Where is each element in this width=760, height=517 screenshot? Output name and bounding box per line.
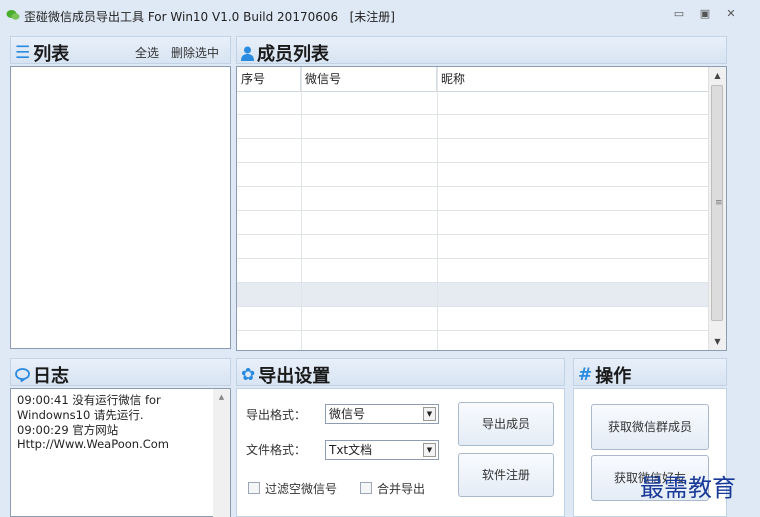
table-row[interactable]: [237, 283, 709, 307]
list-panel-header: ☰ 列表 全选 删除选中: [10, 36, 231, 65]
close-button[interactable]: ✕: [722, 6, 740, 22]
table-row[interactable]: [237, 211, 709, 235]
table-row[interactable]: [237, 115, 709, 139]
window-title: 歪碰微信成员导出工具 For Win10 V1.0 Build 20170606…: [24, 10, 395, 24]
vertical-scrollbar[interactable]: ▲ ≡ ▼: [708, 67, 726, 350]
chevron-down-icon[interactable]: ▼: [423, 407, 436, 421]
export-members-button[interactable]: 导出成员: [458, 402, 554, 446]
grip-icon: ≡: [715, 198, 723, 208]
ops-panel-title: # 操作: [578, 365, 632, 387]
table-row[interactable]: [237, 259, 709, 283]
user-icon: [241, 46, 254, 61]
export-format-select[interactable]: 微信号 ▼: [325, 404, 439, 424]
members-grid[interactable]: 序号 微信号 昵称 ▲ ≡ ▼: [236, 66, 727, 351]
table-row[interactable]: [237, 307, 709, 331]
filter-empty-checkbox[interactable]: [248, 482, 260, 494]
watermark-logo: 最需教育: [640, 474, 736, 502]
export-panel-header: ✿ 导出设置: [236, 358, 565, 387]
group-list[interactable]: [10, 66, 231, 349]
register-button[interactable]: 软件注册: [458, 453, 554, 497]
export-panel-title: ✿ 导出设置: [241, 365, 331, 387]
log-line: 09:00:41 没有运行微信 for: [17, 393, 161, 407]
log-scrollbar[interactable]: ▲: [213, 389, 230, 517]
members-panel-header: 成员列表: [236, 36, 727, 66]
members-panel-title: 成员列表: [241, 40, 329, 66]
scroll-down-arrow-icon[interactable]: ▼: [709, 333, 726, 350]
table-row[interactable]: [237, 235, 709, 259]
grid-header: 序号 微信号 昵称: [237, 67, 709, 92]
log-line: Windowns10 请先运行.: [17, 408, 144, 422]
log-box[interactable]: 09:00:41 没有运行微信 for Windowns10 请先运行. 09:…: [10, 388, 231, 517]
select-all-link[interactable]: 全选: [135, 44, 159, 61]
hash-icon: #: [578, 365, 593, 385]
column-header-index[interactable]: 序号: [237, 67, 301, 91]
file-format-value: Txt文档: [329, 443, 373, 457]
title-bar: 歪碰微信成员导出工具 For Win10 V1.0 Build 20170606…: [0, 0, 760, 32]
gear-icon: ✿: [241, 365, 256, 385]
minimize-button[interactable]: ▭: [670, 6, 688, 22]
list-icon: ☰: [15, 43, 31, 63]
filter-empty-label[interactable]: 过滤空微信号: [265, 480, 337, 497]
export-format-label: 导出格式：: [246, 408, 307, 422]
ops-panel-header: # 操作: [573, 358, 727, 387]
log-line: Http://Www.WeaPoon.Com: [17, 437, 169, 451]
table-row[interactable]: [237, 139, 709, 163]
scroll-up-arrow-icon[interactable]: ▲: [709, 67, 726, 84]
scroll-up-arrow-icon[interactable]: ▲: [213, 389, 230, 406]
column-header-wechat-id[interactable]: 微信号: [301, 67, 437, 91]
table-row[interactable]: [237, 331, 709, 350]
get-group-members-button[interactable]: 获取微信群成员: [591, 404, 709, 450]
merge-export-label[interactable]: 合并导出: [377, 480, 425, 497]
log-panel-header: 日志: [10, 358, 231, 388]
chat-bubble-icon: [15, 368, 30, 382]
maximize-button[interactable]: ▣: [696, 6, 714, 22]
registration-status: [未注册]: [349, 10, 395, 24]
delete-selected-link[interactable]: 删除选中: [171, 44, 219, 61]
table-row[interactable]: [237, 163, 709, 187]
table-row[interactable]: [237, 187, 709, 211]
chevron-down-icon[interactable]: ▼: [423, 443, 436, 457]
export-panel: 导出格式： 微信号 ▼ 文件格式： Txt文档 ▼ 导出成员 软件注册 过滤空微…: [236, 388, 565, 517]
list-panel-title: ☰ 列表: [15, 43, 70, 65]
scroll-thumb[interactable]: ≡: [711, 85, 723, 321]
file-format-label: 文件格式：: [246, 443, 307, 457]
wechat-icon: [6, 10, 20, 20]
column-header-nickname[interactable]: 昵称: [437, 67, 709, 91]
merge-export-checkbox[interactable]: [360, 482, 372, 494]
log-line: 09:00:29 官方网站: [17, 423, 119, 437]
export-format-value: 微信号: [329, 407, 366, 421]
file-format-select[interactable]: Txt文档 ▼: [325, 440, 439, 460]
table-row[interactable]: [237, 91, 709, 115]
log-panel-title: 日志: [15, 362, 69, 388]
